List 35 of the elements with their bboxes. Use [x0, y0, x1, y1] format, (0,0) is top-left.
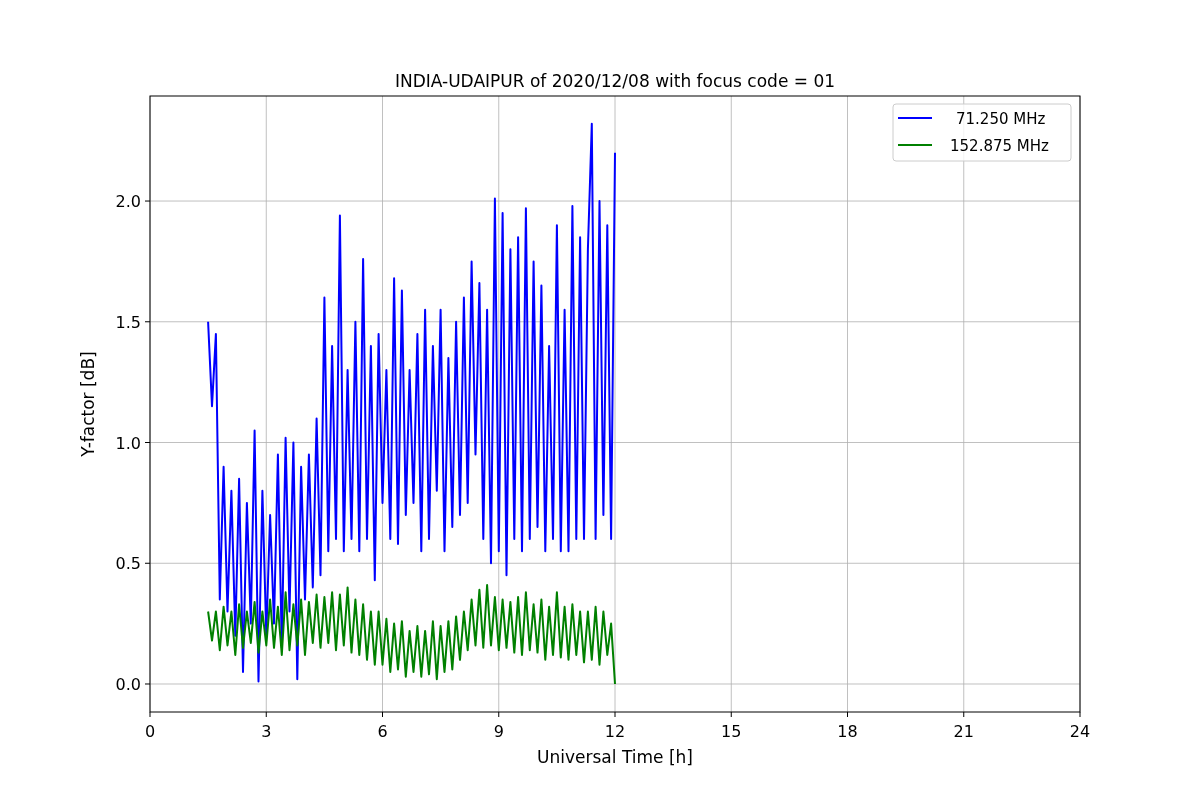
- tick-mark: [1079, 711, 1081, 718]
- tick-label: 1.5: [115, 312, 141, 332]
- tick-mark: [498, 711, 500, 718]
- tick-label: 18: [837, 722, 858, 741]
- tick-label: 12: [604, 722, 626, 741]
- chart-title: INDIA-UDAIPUR of 2020/12/08 with focus code = 01: [394, 71, 836, 91]
- tick-label: 24: [1069, 722, 1091, 741]
- tick-mark: [144, 683, 151, 685]
- legend-label: 152.875 MHz: [950, 137, 1049, 155]
- tick-label: 21: [953, 722, 974, 741]
- tick-mark: [144, 200, 151, 202]
- tick-label: 2.0: [115, 192, 141, 212]
- tick-label: 1.0: [115, 433, 141, 453]
- tick-mark: [265, 711, 267, 718]
- tick-mark: [144, 321, 151, 323]
- tick-mark: [144, 442, 151, 443]
- tick-label: 0.0: [115, 675, 141, 694]
- legend-line: [897, 117, 933, 119]
- tick-mark: [382, 711, 383, 718]
- tick-label: 6: [377, 722, 388, 741]
- tick-mark: [963, 711, 965, 718]
- tick-label: 0: [144, 722, 156, 741]
- legend-line: [897, 144, 933, 146]
- tick-label: 0.5: [115, 554, 141, 574]
- tick-label: 15: [721, 722, 742, 741]
- x-axis-label: Universal Time [h]: [537, 747, 693, 767]
- legend-label: 71.250 MHz: [956, 110, 1046, 128]
- tick-label: 9: [493, 722, 504, 741]
- y-axis-label: Y-factor [dB]: [78, 351, 98, 457]
- tick-mark: [144, 562, 151, 564]
- tick-label: 3: [261, 722, 272, 741]
- tick-mark: [730, 711, 732, 718]
- tick-mark: [149, 711, 151, 718]
- tick-mark: [847, 711, 848, 718]
- tick-mark: [614, 711, 616, 718]
